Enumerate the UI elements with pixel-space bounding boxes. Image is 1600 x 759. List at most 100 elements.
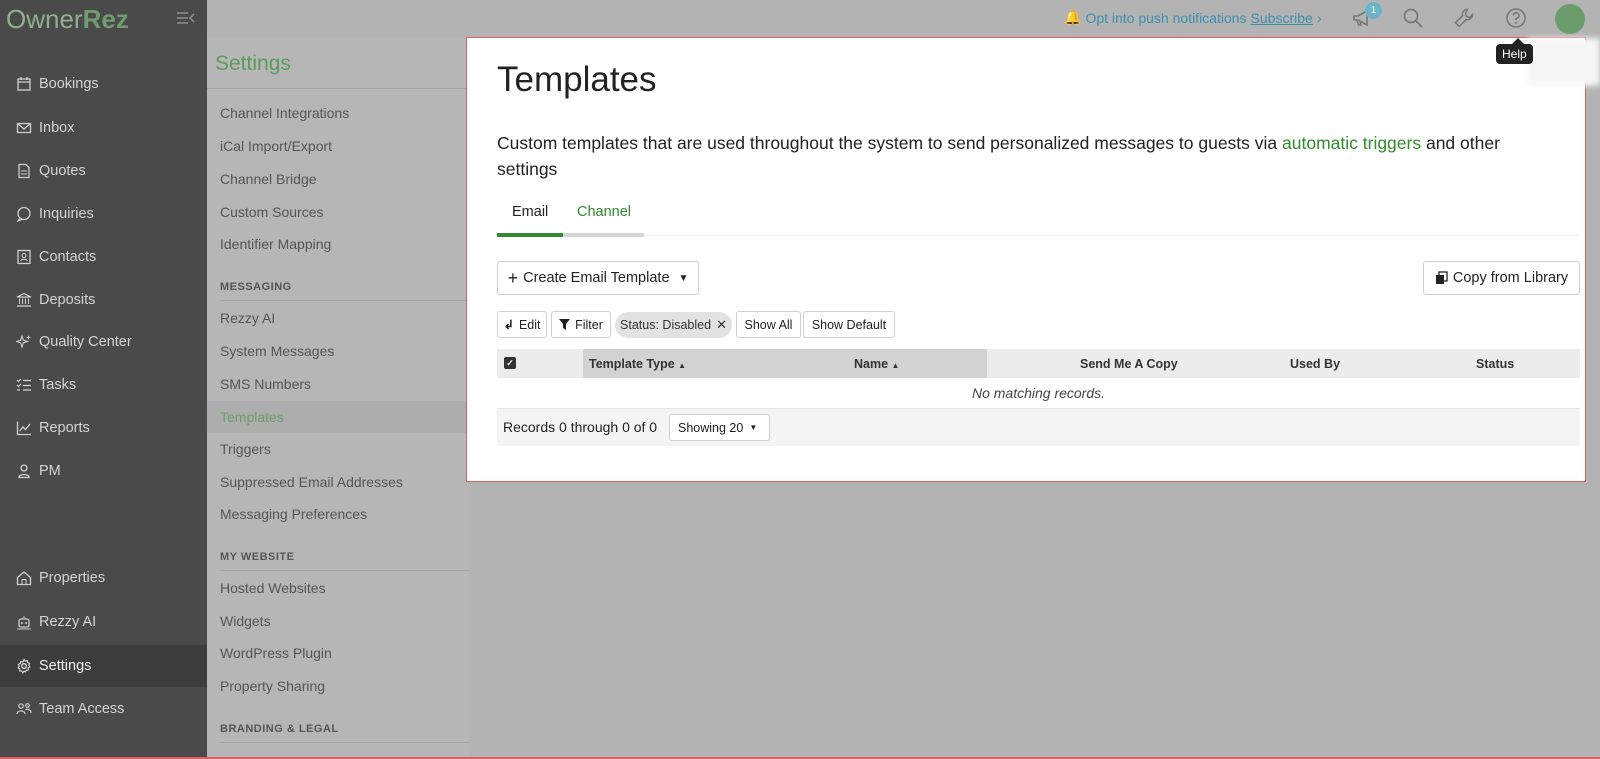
nav-item-bookings[interactable]: Bookings [0, 63, 207, 105]
nav-item-label: Quotes [39, 163, 86, 179]
create-email-template-button[interactable]: + Create Email Template ▼ [497, 261, 699, 295]
select-all-checkbox[interactable]: ✓ [504, 357, 516, 369]
section-header-branding-legal: BRANDING & LEGAL [220, 723, 339, 735]
nav-item-inquiries[interactable]: Inquiries [0, 193, 207, 235]
nav-item-label: Deposits [39, 292, 96, 308]
bank-icon [14, 290, 34, 310]
chat-bubble-icon [14, 204, 34, 224]
nav-item-reports[interactable]: Reports [0, 407, 207, 449]
settings-link-hosted-websites[interactable]: Hosted Websites [220, 580, 326, 596]
settings-link-widgets[interactable]: Widgets [220, 613, 271, 629]
nav-item-settings[interactable]: Settings [0, 645, 207, 687]
settings-link-ical[interactable]: iCal Import/Export [220, 138, 332, 154]
question-circle-icon [1506, 8, 1526, 28]
nav-item-label: Settings [39, 658, 92, 674]
top-bar [207, 0, 1600, 36]
settings-link-identifier-mapping[interactable]: Identifier Mapping [220, 236, 331, 252]
settings-link-channel-bridge[interactable]: Channel Bridge [220, 171, 317, 187]
nav-item-properties[interactable]: Properties [0, 557, 207, 599]
house-icon [14, 568, 34, 588]
caret-down-icon: ▼ [749, 423, 758, 432]
divider [220, 570, 469, 571]
team-icon [14, 699, 34, 719]
subscribe-link[interactable]: Subscribe [1251, 10, 1313, 26]
records-count: Records 0 through 0 of 0 [503, 419, 658, 435]
copy-icon [1435, 271, 1448, 284]
copy-from-library-button[interactable]: Copy from Library [1423, 261, 1580, 295]
nav-item-deposits[interactable]: Deposits [0, 279, 207, 321]
edit-arrow-icon: ↲ [503, 318, 514, 332]
gear-icon [14, 656, 34, 676]
automatic-triggers-link[interactable]: automatic triggers [1282, 133, 1421, 153]
tab-email[interactable]: Email [512, 204, 548, 220]
tools-button[interactable] [1450, 4, 1478, 32]
settings-sidebar: Settings Channel Integrations iCal Impor… [207, 38, 469, 759]
document-icon [14, 161, 34, 181]
page-title: Templates [497, 60, 657, 99]
column-used-by[interactable]: Used By [1290, 357, 1340, 371]
collapse-menu-icon[interactable] [176, 10, 196, 26]
nav-item-quality-center[interactable]: Quality Center [0, 321, 207, 363]
section-header-my-website: MY WEBSITE [220, 551, 295, 563]
search-button[interactable] [1399, 4, 1427, 32]
nav-item-label: Bookings [39, 76, 99, 92]
show-default-button[interactable]: Show Default [803, 311, 895, 338]
settings-link-messaging-preferences[interactable]: Messaging Preferences [220, 506, 367, 522]
settings-link-system-messages[interactable]: System Messages [220, 343, 334, 359]
nav-item-team-access[interactable]: Team Access [0, 688, 207, 730]
caret-down-icon: ▼ [678, 272, 689, 284]
nav-item-label: Properties [39, 570, 106, 586]
nav-item-label: Quality Center [39, 334, 132, 350]
page-description: Custom templates that are used throughou… [497, 133, 1500, 179]
notification-badge: 1 [1365, 2, 1382, 19]
filter-button[interactable]: Filter [551, 311, 611, 338]
search-icon [1403, 8, 1423, 28]
nav-item-label: Inbox [39, 120, 75, 136]
avatar[interactable] [1555, 4, 1585, 34]
settings-link-channel-integrations[interactable]: Channel Integrations [220, 105, 349, 121]
settings-link-suppressed-emails[interactable]: Suppressed Email Addresses [220, 474, 403, 490]
settings-link-rezzy-ai[interactable]: Rezzy AI [220, 310, 275, 326]
page-size-select[interactable]: Showing 20 ▼ [669, 414, 770, 441]
nav-item-label: Reports [39, 420, 90, 436]
settings-link-templates[interactable]: Templates [207, 401, 469, 433]
divider [220, 300, 469, 301]
nav-item-label: PM [39, 463, 61, 479]
wrench-icon [1454, 8, 1474, 28]
help-button[interactable] [1502, 4, 1530, 32]
plus-icon: + [507, 268, 519, 288]
nav-item-pm[interactable]: PM [0, 450, 207, 492]
sort-asc-icon: ▲ [891, 361, 900, 370]
settings-title: Settings [215, 52, 291, 75]
ai-robot-icon [14, 612, 34, 632]
settings-link-custom-sources[interactable]: Custom Sources [220, 204, 323, 220]
nav-item-quotes[interactable]: Quotes [0, 150, 207, 192]
settings-link-sms-numbers[interactable]: SMS Numbers [220, 376, 311, 392]
column-template-type[interactable]: Template Type ▲ [589, 357, 686, 371]
settings-link-property-sharing[interactable]: Property Sharing [220, 678, 325, 694]
settings-link-triggers[interactable]: Triggers [220, 441, 271, 457]
contact-card-icon [14, 247, 34, 267]
nav-item-label: Team Access [39, 701, 125, 717]
left-navigation: Owner Rez Bookings Inbox Quotes Inquiries… [0, 0, 207, 759]
nav-item-tasks[interactable]: Tasks [0, 364, 207, 406]
nav-item-inbox[interactable]: Inbox [0, 107, 207, 149]
filter-icon [559, 319, 571, 330]
column-name[interactable]: Name ▲ [854, 357, 899, 371]
settings-link-wordpress-plugin[interactable]: WordPress Plugin [220, 645, 332, 661]
close-icon[interactable]: ✕ [716, 317, 727, 333]
show-all-button[interactable]: Show All [736, 311, 801, 338]
ownerrez-logo[interactable]: Owner Rez [0, 0, 207, 38]
sort-asc-icon: ▲ [678, 361, 687, 370]
column-status[interactable]: Status [1476, 357, 1514, 371]
templates-table: ✓ Template Type ▲ Name ▲ Send Me A Copy … [497, 349, 1580, 446]
tab-channel[interactable]: Channel [577, 204, 631, 220]
push-notification-prompt[interactable]: 🔔 Opt into push notifications Subscribe … [1064, 9, 1321, 26]
empty-row: No matching records. [497, 378, 1580, 409]
edit-button[interactable]: ↲ Edit [497, 311, 547, 338]
status-filter-chip[interactable]: Status: Disabled ✕ [615, 312, 732, 338]
nav-item-contacts[interactable]: Contacts [0, 236, 207, 278]
nav-item-rezzy-ai[interactable]: Rezzy AI [0, 601, 207, 643]
column-send-me-a-copy[interactable]: Send Me A Copy [1080, 357, 1178, 371]
tab-indicator [563, 233, 644, 237]
